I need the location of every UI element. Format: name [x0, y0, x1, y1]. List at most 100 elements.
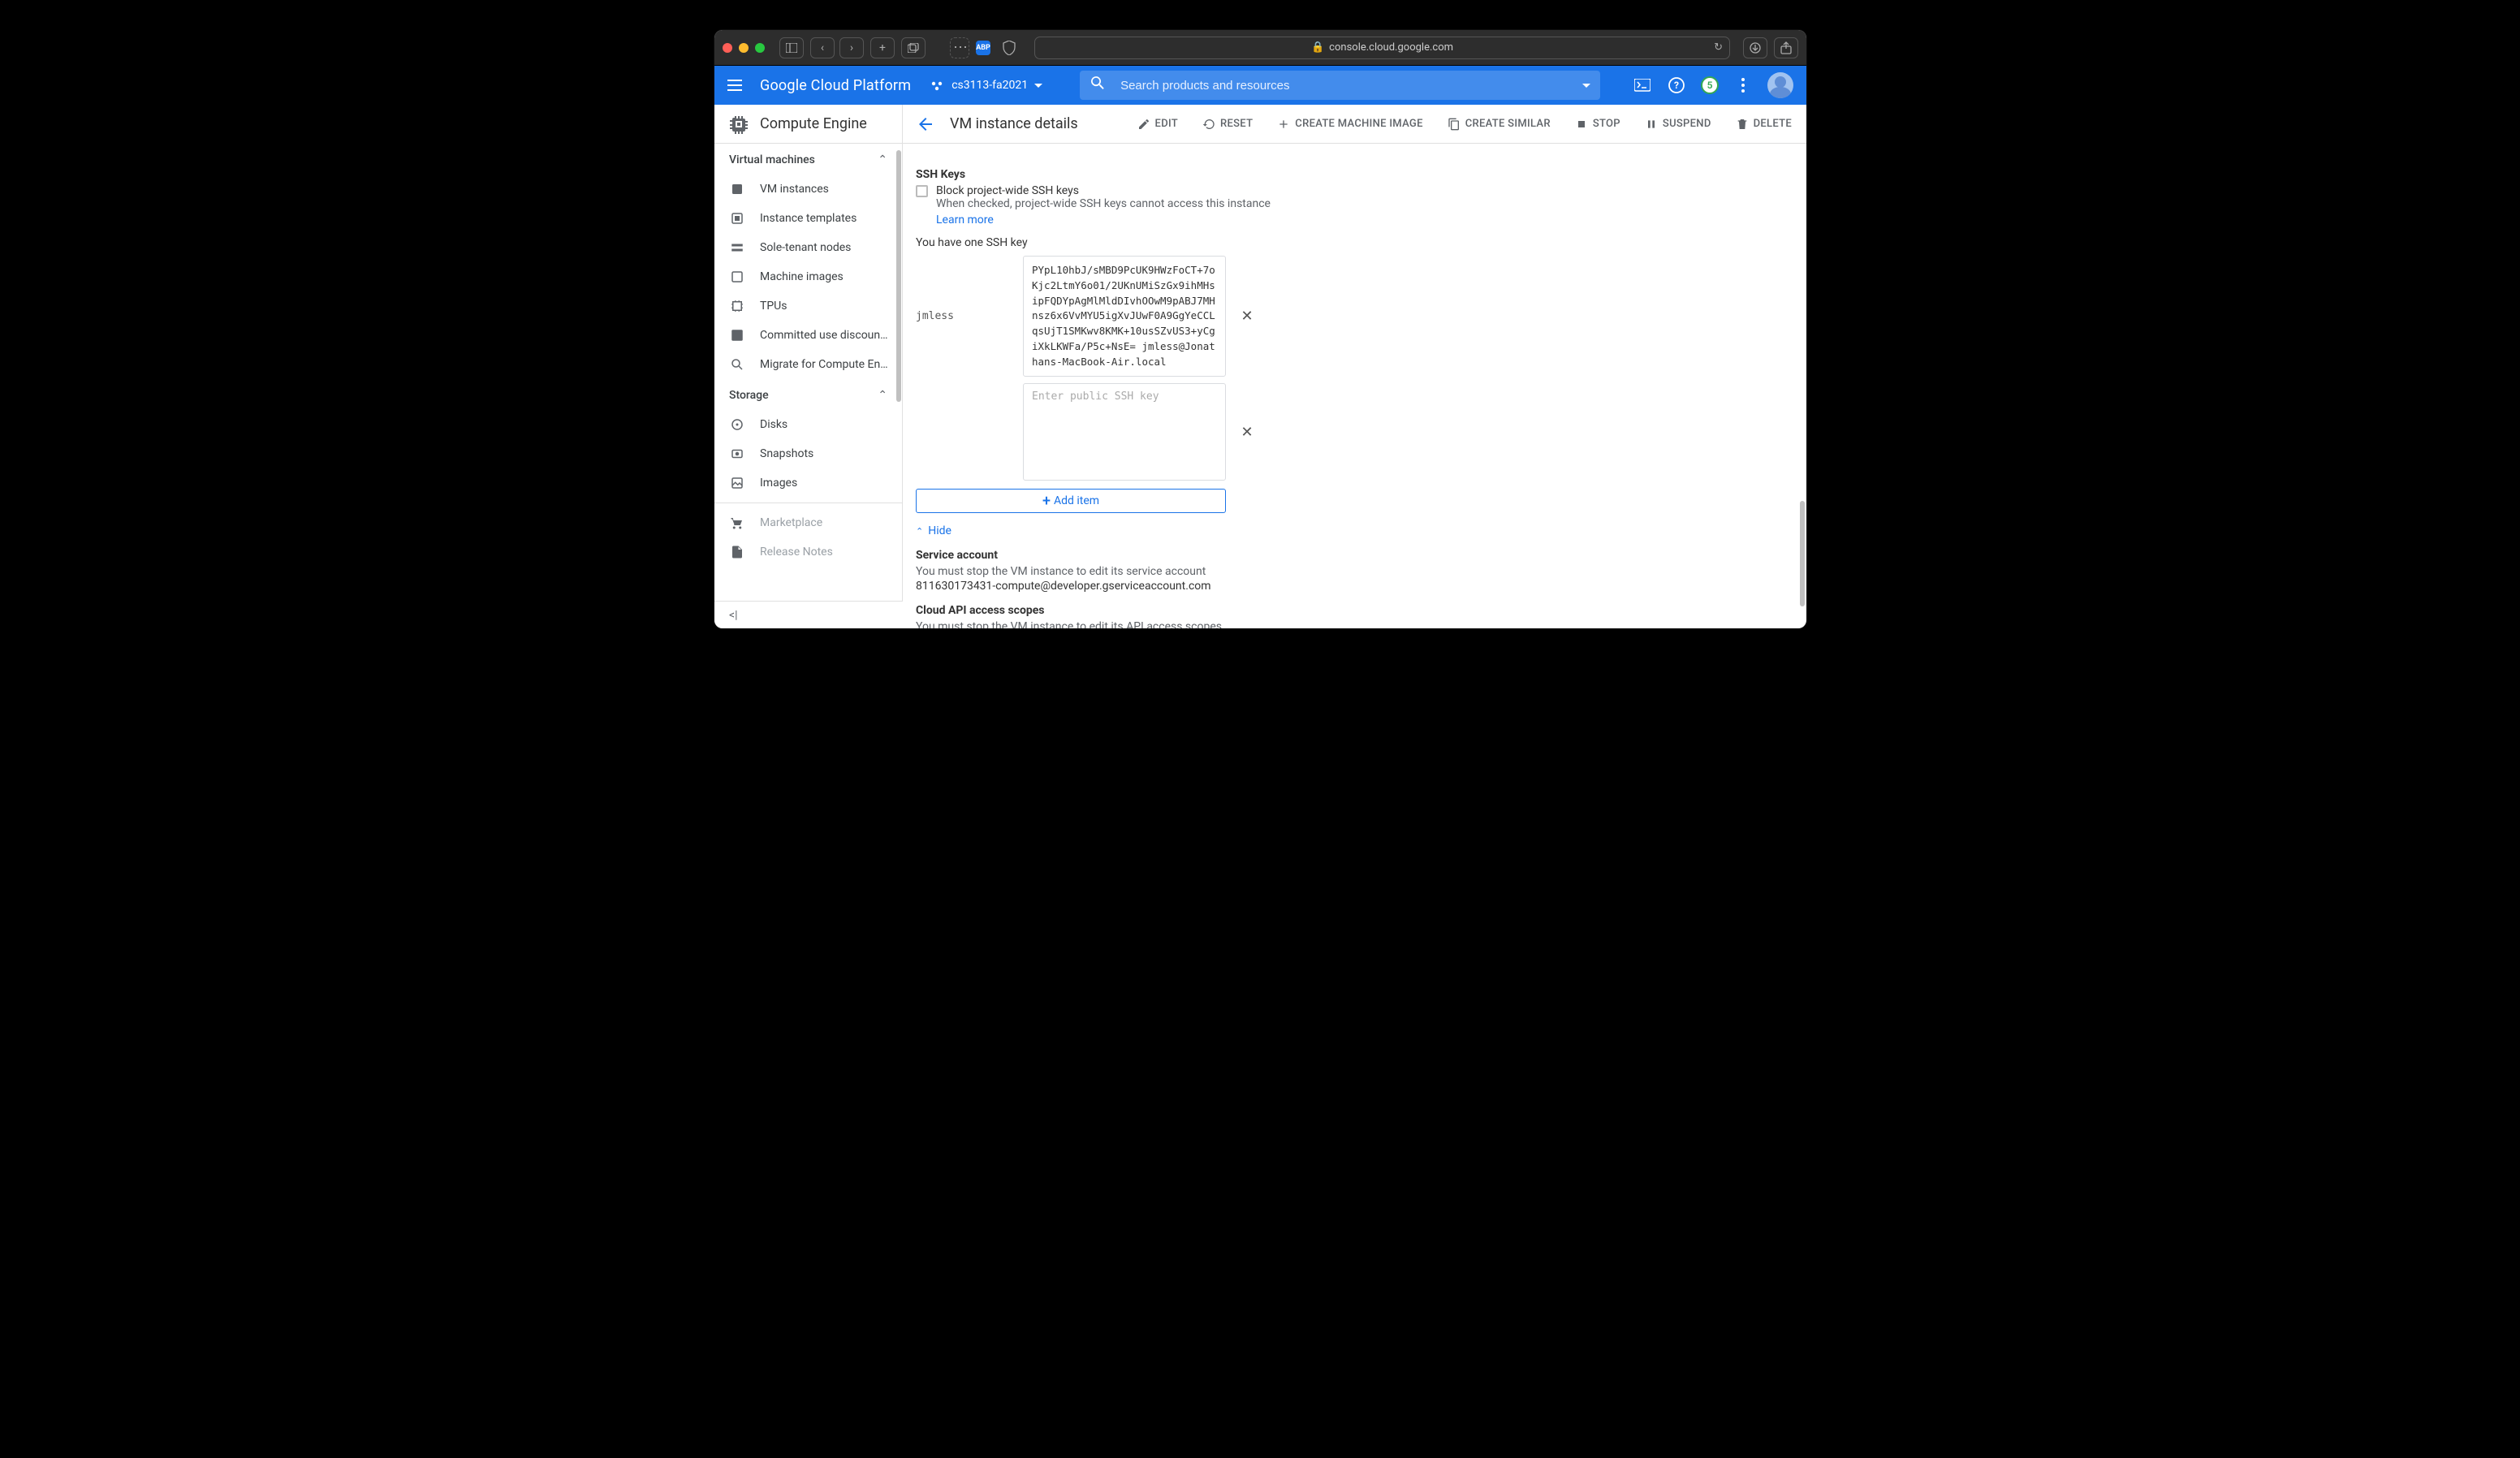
minimize-window-icon[interactable] [739, 43, 749, 53]
caret-down-icon [1034, 84, 1042, 88]
ssh-keys-heading: SSH Keys [916, 168, 1782, 181]
learn-more-link[interactable]: Learn more [936, 214, 994, 226]
create-machine-image-button[interactable]: CREATE MACHINE IMAGE [1267, 113, 1432, 136]
vm-instances-icon [729, 181, 745, 197]
main-content: SSH Keys Block project-wide SSH keys Whe… [903, 144, 1806, 628]
sidebar-item-release-notes[interactable]: Release Notes [714, 537, 902, 567]
sole-tenant-icon [729, 239, 745, 256]
chevron-up-icon: ⌃ [878, 389, 887, 402]
share-icon[interactable] [1774, 37, 1798, 58]
page-title: VM instance details [948, 115, 1078, 132]
search-caret-icon[interactable] [1582, 84, 1590, 88]
sidebar-section-vm[interactable]: Virtual machines ⌃ [714, 144, 902, 175]
api-scopes-heading: Cloud API access scopes [916, 604, 1782, 617]
disks-icon [729, 416, 745, 433]
hamburger-menu-icon[interactable] [727, 75, 747, 95]
sidebar-item-machine-images[interactable]: Machine images [714, 262, 902, 291]
sidebar-item-instance-templates[interactable]: Instance templates [714, 204, 902, 233]
service-account-value: 811630173431-compute@developer.gservicea… [916, 580, 1782, 593]
account-avatar[interactable] [1767, 72, 1793, 98]
sidebar-item-vm-instances[interactable]: VM instances [714, 175, 902, 204]
ssh-key-row-new: ✕ [916, 383, 1782, 481]
ssh-key-value[interactable]: PYpL10hbJ/sMBD9PcUK9HWzFoCT+7oKjc2LtmY6o… [1023, 256, 1226, 377]
release-notes-icon [729, 544, 745, 560]
nav-forward-icon[interactable]: › [839, 37, 864, 58]
cloud-shell-icon[interactable] [1633, 75, 1652, 95]
gcp-logo[interactable]: Google Cloud Platform [760, 77, 911, 94]
machine-images-icon [729, 269, 745, 285]
sidebar: Virtual machines ⌃ VM instances Instance… [714, 144, 903, 628]
reset-button[interactable]: RESET [1193, 113, 1262, 136]
ssh-key-input[interactable] [1023, 383, 1226, 481]
url-host: console.cloud.google.com [1329, 41, 1453, 54]
service-account-note: You must stop the VM instance to edit it… [916, 565, 1782, 578]
sidebar-item-disks[interactable]: Disks [714, 410, 902, 439]
sidebar-item-sole-tenant[interactable]: Sole-tenant nodes [714, 233, 902, 262]
adblock-plus-icon[interactable]: ABP [976, 41, 990, 55]
remove-key-icon[interactable]: ✕ [1234, 304, 1260, 330]
lock-icon: 🔒 [1311, 41, 1324, 54]
product-bar: Compute Engine VM instance details EDIT … [714, 105, 1806, 144]
reload-icon[interactable]: ↻ [1714, 41, 1723, 54]
url-bar[interactable]: 🔒 console.cloud.google.com ↻ [1034, 37, 1730, 59]
block-ssh-checkbox[interactable] [916, 185, 928, 197]
back-arrow-icon[interactable] [908, 106, 943, 142]
gcp-header: Google Cloud Platform cs3113-fa2021 ? 5 [714, 66, 1806, 105]
ssh-key-row-existing: jmless PYpL10hbJ/sMBD9PcUK9HWzFoCT+7oKjc… [916, 256, 1782, 377]
project-picker[interactable]: cs3113-fa2021 [924, 74, 1047, 97]
collapse-icon: <| [729, 609, 738, 622]
project-name: cs3113-fa2021 [951, 79, 1028, 92]
tab-overview-icon[interactable] [901, 37, 926, 58]
sidebar-item-images[interactable]: Images [714, 468, 902, 498]
tpu-icon [729, 298, 745, 314]
svg-text:?: ? [1674, 80, 1679, 91]
sidebar-toggle-icon[interactable] [779, 37, 804, 58]
create-similar-button[interactable]: CREATE SIMILAR [1438, 113, 1560, 136]
hide-link[interactable]: ⌃ Hide [916, 524, 1782, 537]
help-icon[interactable]: ? [1667, 75, 1686, 95]
suspend-button[interactable]: SUSPEND [1635, 113, 1721, 136]
add-item-button[interactable]: + Add item [916, 489, 1226, 513]
compute-engine-icon [729, 114, 749, 134]
delete-button[interactable]: DELETE [1726, 113, 1802, 136]
edit-button[interactable]: EDIT [1128, 113, 1188, 136]
search-input[interactable] [1120, 79, 1589, 93]
chevron-up-icon: ⌃ [878, 153, 887, 166]
stop-button[interactable]: STOP [1565, 113, 1630, 136]
sidebar-section-storage[interactable]: Storage ⌃ [714, 379, 902, 410]
nav-back-icon[interactable]: ‹ [810, 37, 835, 58]
sidebar-collapse[interactable]: <| [714, 601, 903, 628]
maximize-window-icon[interactable] [755, 43, 765, 53]
sidebar-item-migrate[interactable]: Migrate for Compute En… [714, 350, 902, 379]
sidebar-item-marketplace[interactable]: Marketplace [714, 508, 902, 537]
search-icon [1091, 76, 1106, 94]
sidebar-item-committed-use[interactable]: Committed use discoun… [714, 321, 902, 350]
new-tab-icon[interactable]: + [870, 37, 895, 58]
ssh-key-count: You have one SSH key [916, 236, 1782, 249]
main-scrollbar[interactable] [1800, 501, 1805, 606]
browser-window: ‹ › + ⋯ ABP 🔒 console.cloud.google.com ↻… [714, 30, 1806, 628]
search-small-icon [729, 356, 745, 373]
notifications-badge[interactable]: 5 [1701, 76, 1719, 94]
close-window-icon[interactable] [723, 43, 732, 53]
privacy-shield-icon[interactable] [997, 37, 1021, 58]
block-ssh-label: Block project-wide SSH keys [936, 184, 1271, 197]
more-vert-icon[interactable] [1733, 75, 1753, 95]
block-ssh-description: When checked, project-wide SSH keys cann… [936, 197, 1271, 210]
downloads-icon[interactable] [1743, 37, 1767, 58]
percent-icon [729, 327, 745, 343]
api-scopes-note: You must stop the VM instance to edit it… [916, 620, 1782, 628]
sidebar-item-snapshots[interactable]: Snapshots [714, 439, 902, 468]
plus-icon: + [1042, 493, 1051, 510]
search-bar[interactable] [1080, 71, 1600, 100]
sidebar-item-tpus[interactable]: TPUs [714, 291, 902, 321]
extensions-icon[interactable]: ⋯ [950, 37, 969, 58]
traffic-lights [723, 43, 765, 53]
service-account-heading: Service account [916, 549, 1782, 562]
ssh-key-username: jmless [916, 310, 1020, 322]
project-picker-icon [929, 77, 945, 93]
remove-new-key-icon[interactable]: ✕ [1234, 419, 1260, 445]
sidebar-scrollbar[interactable] [896, 150, 901, 402]
macos-titlebar: ‹ › + ⋯ ABP 🔒 console.cloud.google.com ↻ [714, 30, 1806, 66]
images-icon [729, 475, 745, 491]
